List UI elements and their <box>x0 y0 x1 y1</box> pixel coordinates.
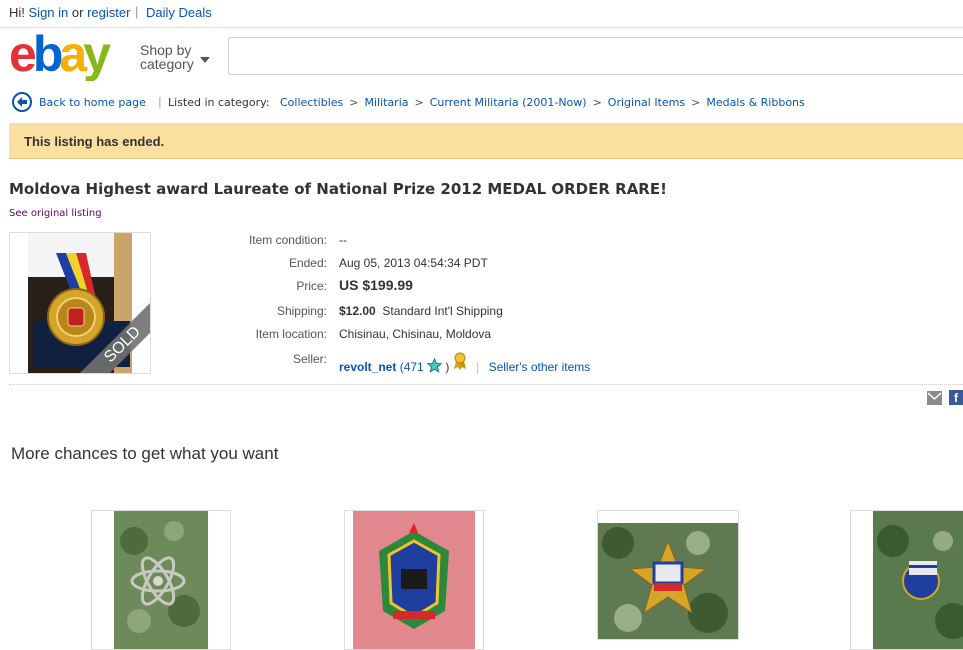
topbar-divider <box>0 27 963 28</box>
seller-name-link[interactable]: revolt_net <box>339 360 396 374</box>
sellers-other-items-link[interactable]: Seller's other items <box>489 360 591 374</box>
listing-ended-banner: This listing has ended. <box>9 123 963 159</box>
location-value: Chisinau, Chisinau, Moldova <box>339 327 492 341</box>
greeting-area: Hi! Sign in or register <box>9 5 130 20</box>
ended-label: Ended: <box>288 256 327 270</box>
category-path: Collectibles > Militaria > Current Militaria… <box>280 96 805 109</box>
related-item-card[interactable] <box>344 510 484 650</box>
seller-score-close: ) <box>445 360 450 374</box>
crumb-current-militaria[interactable]: Current Militaria (2001-Now) <box>430 96 587 109</box>
details-divider <box>9 384 963 385</box>
sign-in-link[interactable]: Sign in <box>29 5 69 20</box>
facebook-icon[interactable]: f <box>949 390 963 405</box>
shipping-cost: $12.00 <box>339 304 376 318</box>
crumb-medals-ribbons[interactable]: Medals & Ribbons <box>706 96 804 109</box>
item-image[interactable]: SOLD <box>9 232 151 374</box>
daily-deals-link[interactable]: Daily Deals <box>146 5 212 20</box>
breadcrumb-bar: | <box>158 95 162 108</box>
atom-badge-photo <box>114 511 208 649</box>
crumb-sep: > <box>592 96 602 109</box>
crumb-original-items[interactable]: Original Items <box>608 96 685 109</box>
listing-ended-text: This listing has ended. <box>24 134 165 149</box>
ended-value: Aug 05, 2013 04:54:34 PDT <box>339 256 488 270</box>
crumb-militaria[interactable]: Militaria <box>364 96 408 109</box>
topbar-separator: | <box>135 4 139 19</box>
navy-badge-photo <box>873 511 963 649</box>
back-arrow-icon[interactable] <box>12 92 32 112</box>
ribbon-icon <box>453 352 466 370</box>
shop-by-line1: Shop by <box>140 42 192 58</box>
top-bar: Hi! Sign in or register | Daily Deals <box>0 0 963 28</box>
see-original-listing-link[interactable]: See original listing <box>9 208 102 219</box>
svg-text:ebay: ebay <box>9 31 111 81</box>
register-link[interactable]: register <box>87 5 130 20</box>
back-to-home-link[interactable]: Back to home page <box>39 96 146 109</box>
crumb-sep: > <box>414 96 424 109</box>
seller-info: revolt_net (471 ) | Seller's other items <box>339 352 590 374</box>
location-label: Item location: <box>255 327 327 341</box>
ebay-logo[interactable]: ebay <box>9 31 127 81</box>
condition-label: Item condition: <box>248 233 327 247</box>
search-input[interactable] <box>228 37 963 75</box>
greeting: Hi! <box>9 5 25 20</box>
seller-sep: | <box>476 360 480 374</box>
sold-ribbon-text: SOLD <box>101 323 144 366</box>
mail-icon[interactable] <box>927 391 942 405</box>
caret-down-icon <box>200 57 210 63</box>
seller-feedback-score[interactable]: (471 <box>400 360 424 374</box>
more-chances-heading: More chances to get what you want <box>11 444 279 463</box>
crumb-sep: > <box>691 96 701 109</box>
star-icon <box>426 357 443 373</box>
related-item-card[interactable] <box>850 510 963 650</box>
sold-ribbon: SOLD <box>101 323 144 366</box>
seller-label: Seller: <box>292 352 327 366</box>
shop-by-category-button[interactable]: Shop by category <box>140 43 220 71</box>
condition-value: -- <box>339 233 347 247</box>
related-item-card[interactable] <box>597 510 739 640</box>
crumb-sep: > <box>349 96 359 109</box>
shipping-value: $12.00 Standard Int'l Shipping <box>339 304 503 318</box>
price-value: US $199.99 <box>339 277 413 293</box>
shield-badge-photo <box>353 511 475 649</box>
shipping-label: Shipping: <box>276 304 327 318</box>
or-text: or <box>71 5 84 20</box>
listed-in-label: Listed in category: <box>168 96 270 109</box>
star-badge-photo <box>598 523 738 639</box>
related-item-card[interactable] <box>91 510 231 650</box>
price-label: Price: <box>296 279 327 293</box>
shipping-method: Standard Int'l Shipping <box>382 304 503 318</box>
crumb-collectibles[interactable]: Collectibles <box>280 96 343 109</box>
item-title: Moldova Highest award Laureate of Nation… <box>9 180 667 198</box>
